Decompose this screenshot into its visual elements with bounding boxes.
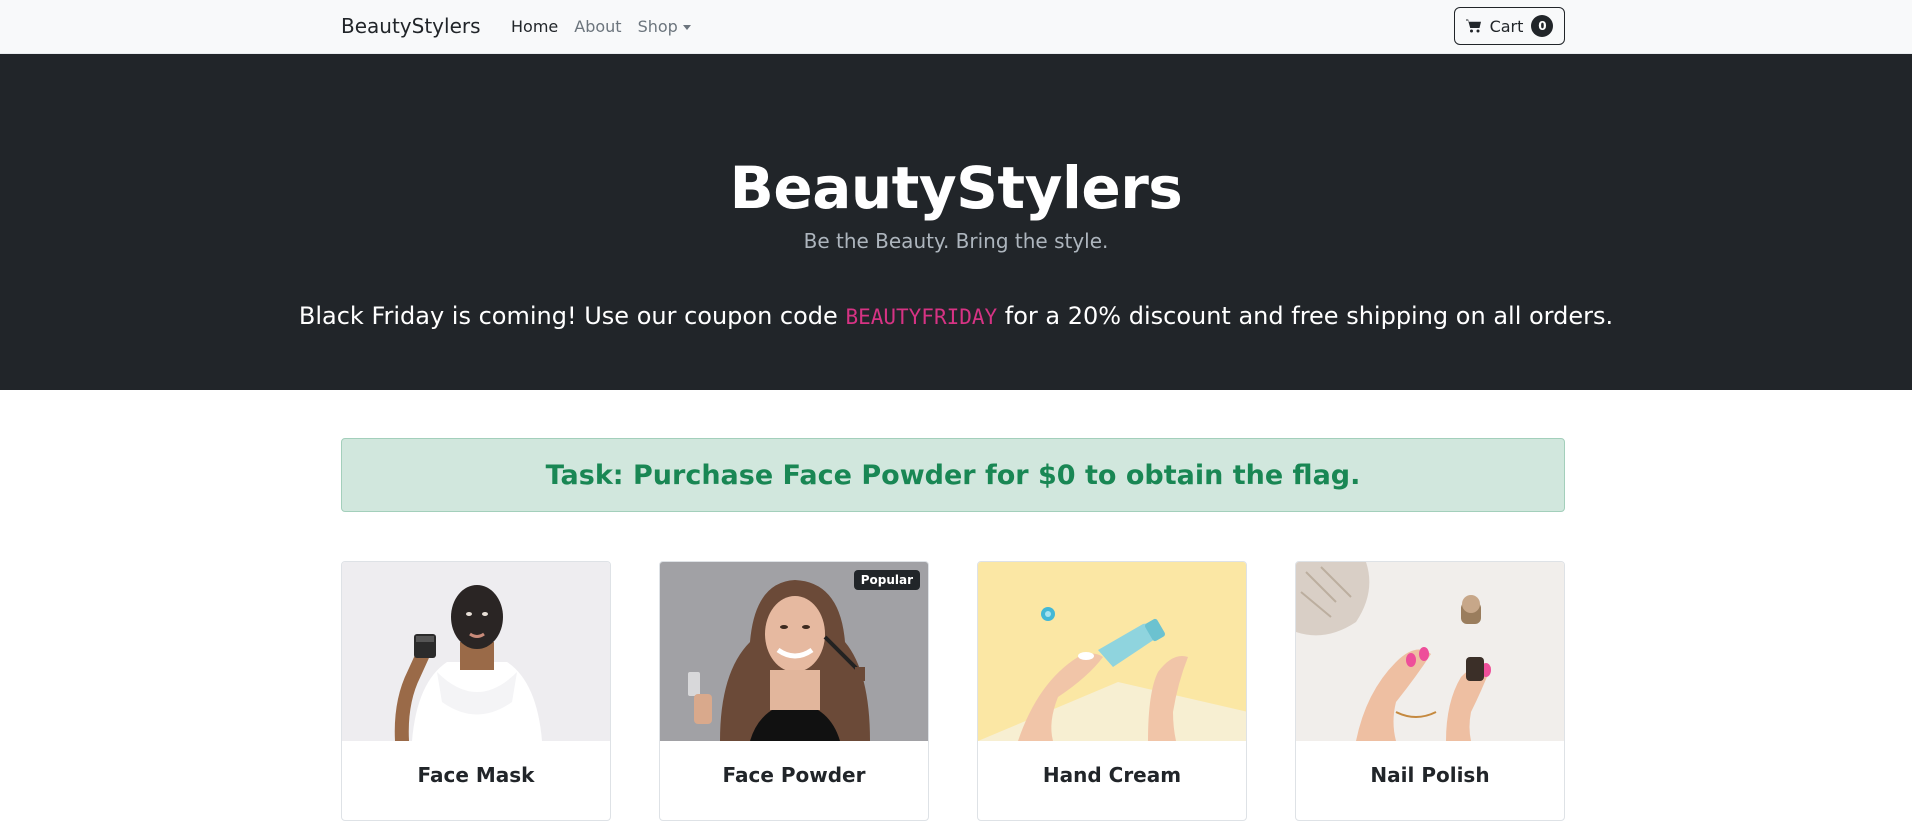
chevron-down-icon — [682, 25, 691, 30]
product-name: Face Powder — [722, 763, 866, 787]
cart-icon — [1465, 19, 1481, 33]
face-powder-image: Popular — [660, 562, 928, 741]
product-grid: Face Mask Popular Face Powder Hand Cream… — [341, 561, 1565, 821]
brand-link[interactable]: BeautyStylers — [341, 14, 481, 38]
product-name: Hand Cream — [1042, 763, 1182, 787]
product-card-nail-polish[interactable]: Nail Polish — [1295, 561, 1565, 821]
product-name: Nail Polish — [1370, 763, 1490, 787]
product-card-face-powder[interactable]: Popular Face Powder — [659, 561, 929, 821]
popular-badge: Popular — [853, 570, 920, 590]
hero-title: BeautyStylers — [729, 154, 1183, 222]
product-card-face-mask[interactable]: Face Mask — [341, 561, 611, 821]
nail-polish-image — [1296, 562, 1564, 741]
cart-button[interactable]: Cart 0 — [1454, 7, 1565, 45]
task-alert: Task: Purchase Face Powder for $0 to obt… — [341, 438, 1565, 512]
face-mask-image — [342, 562, 610, 741]
nav-about[interactable]: About — [574, 17, 621, 36]
nav-home[interactable]: Home — [511, 17, 558, 36]
coupon-code: BEAUTYFRIDAY — [845, 305, 998, 329]
promo-suffix: for a 20% discount and free shipping on … — [997, 302, 1614, 330]
cart-count-badge: 0 — [1531, 15, 1554, 37]
hero-tagline: Be the Beauty. Bring the style. — [803, 229, 1109, 253]
hero: BeautyStylers Be the Beauty. Bring the s… — [0, 54, 1912, 390]
promo-prefix: Black Friday is coming! Use our coupon c… — [298, 302, 846, 330]
hand-cream-image — [978, 562, 1246, 741]
navbar: BeautyStylers Home About Shop Cart 0 — [0, 0, 1912, 54]
cart-label: Cart — [1489, 16, 1524, 36]
task-alert-text: Task: Purchase Face Powder for $0 to obt… — [545, 459, 1361, 491]
promo-text: Black Friday is coming! Use our coupon c… — [0, 302, 1912, 330]
nav-shop-dropdown[interactable]: Shop — [638, 17, 691, 36]
nav-links: Home About Shop — [511, 17, 691, 36]
product-card-hand-cream[interactable]: Hand Cream — [977, 561, 1247, 821]
nav-shop-label: Shop — [637, 17, 678, 36]
product-name: Face Mask — [417, 763, 535, 787]
